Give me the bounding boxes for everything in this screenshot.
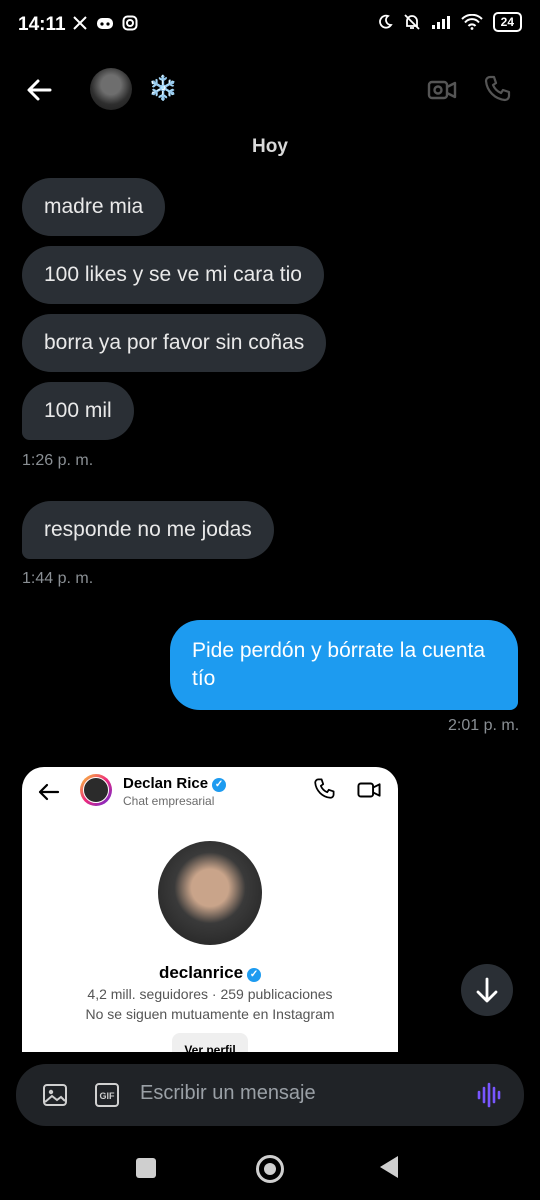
card-stats: 4,2 mill. seguidores · 259 publicaciones — [87, 986, 333, 1002]
day-separator: Hoy — [252, 136, 288, 157]
system-navigation-bar — [0, 1140, 540, 1200]
status-bar: 14:11 24 — [0, 0, 540, 52]
message-bubble-incoming[interactable]: responde no me jodas — [22, 501, 274, 559]
message-bubble-incoming[interactable]: 100 mil — [22, 382, 134, 440]
wifi-icon — [460, 14, 483, 30]
profile-avatar-large — [158, 841, 262, 945]
message-bubble-outgoing[interactable]: Pide perdón y bórrate la cuenta tío — [170, 620, 518, 710]
message-timestamp: 1:26 p. m. — [22, 452, 94, 469]
home-button[interactable] — [256, 1155, 284, 1183]
phone-call-icon[interactable] — [482, 74, 512, 104]
view-profile-button: Ver perfil — [172, 1033, 248, 1052]
instagram-icon — [122, 15, 138, 31]
message-input[interactable]: Escribir un mensaje — [140, 1082, 316, 1105]
message-bubble-incoming[interactable]: 100 likes y se ve mi cara tio — [22, 246, 324, 304]
message-bubble-incoming[interactable]: borra ya por favor sin coñas — [22, 314, 327, 372]
discord-icon — [97, 18, 113, 29]
profile-avatar-small — [80, 774, 112, 806]
bell-off-icon — [404, 14, 420, 30]
image-icon[interactable] — [42, 1082, 68, 1108]
svg-text:GIF: GIF — [100, 1091, 116, 1101]
back-arrow-icon — [38, 783, 60, 801]
verified-badge-icon: ✓ — [212, 778, 227, 792]
video-call-icon[interactable] — [426, 74, 458, 106]
scroll-to-bottom-button[interactable] — [461, 964, 513, 1016]
message-composer: GIF Escribir un mensaje — [16, 1064, 524, 1126]
verified-badge-icon: ✓ — [247, 968, 262, 982]
card-subtitle: Chat empresarial — [123, 794, 215, 808]
x-icon — [73, 16, 87, 30]
message-timestamp: 1:44 p. m. — [22, 570, 94, 587]
contact-name-emoji[interactable]: ❄️ — [148, 74, 178, 103]
recent-apps-button[interactable] — [136, 1158, 156, 1178]
card-mutual: No se siguen mutuamente en Instagram — [85, 1006, 335, 1022]
chat-header: ❄️ — [0, 62, 540, 118]
gif-icon[interactable]: GIF — [94, 1082, 120, 1108]
card-handle: declanrice ✓ — [22, 963, 398, 983]
shared-image-card[interactable]: Declan Rice ✓ Chat empresarial declanrice… — [22, 767, 398, 1052]
contact-avatar[interactable] — [90, 68, 132, 110]
message-timestamp: 2:01 p. m. — [448, 717, 520, 734]
video-call-icon — [357, 782, 381, 798]
battery-indicator: 24 — [492, 12, 522, 32]
back-button[interactable] — [380, 1156, 398, 1178]
moon-icon — [378, 14, 393, 29]
card-contact-name: Declan Rice ✓ — [123, 775, 227, 792]
message-bubble-incoming[interactable]: madre mia — [22, 178, 166, 236]
voice-message-icon[interactable] — [474, 1080, 504, 1110]
signal-icon — [431, 16, 450, 29]
phone-call-icon — [314, 778, 335, 799]
status-time: 14:11 — [18, 14, 66, 35]
arrow-down-icon — [476, 977, 498, 1003]
back-arrow-icon[interactable] — [24, 74, 56, 106]
